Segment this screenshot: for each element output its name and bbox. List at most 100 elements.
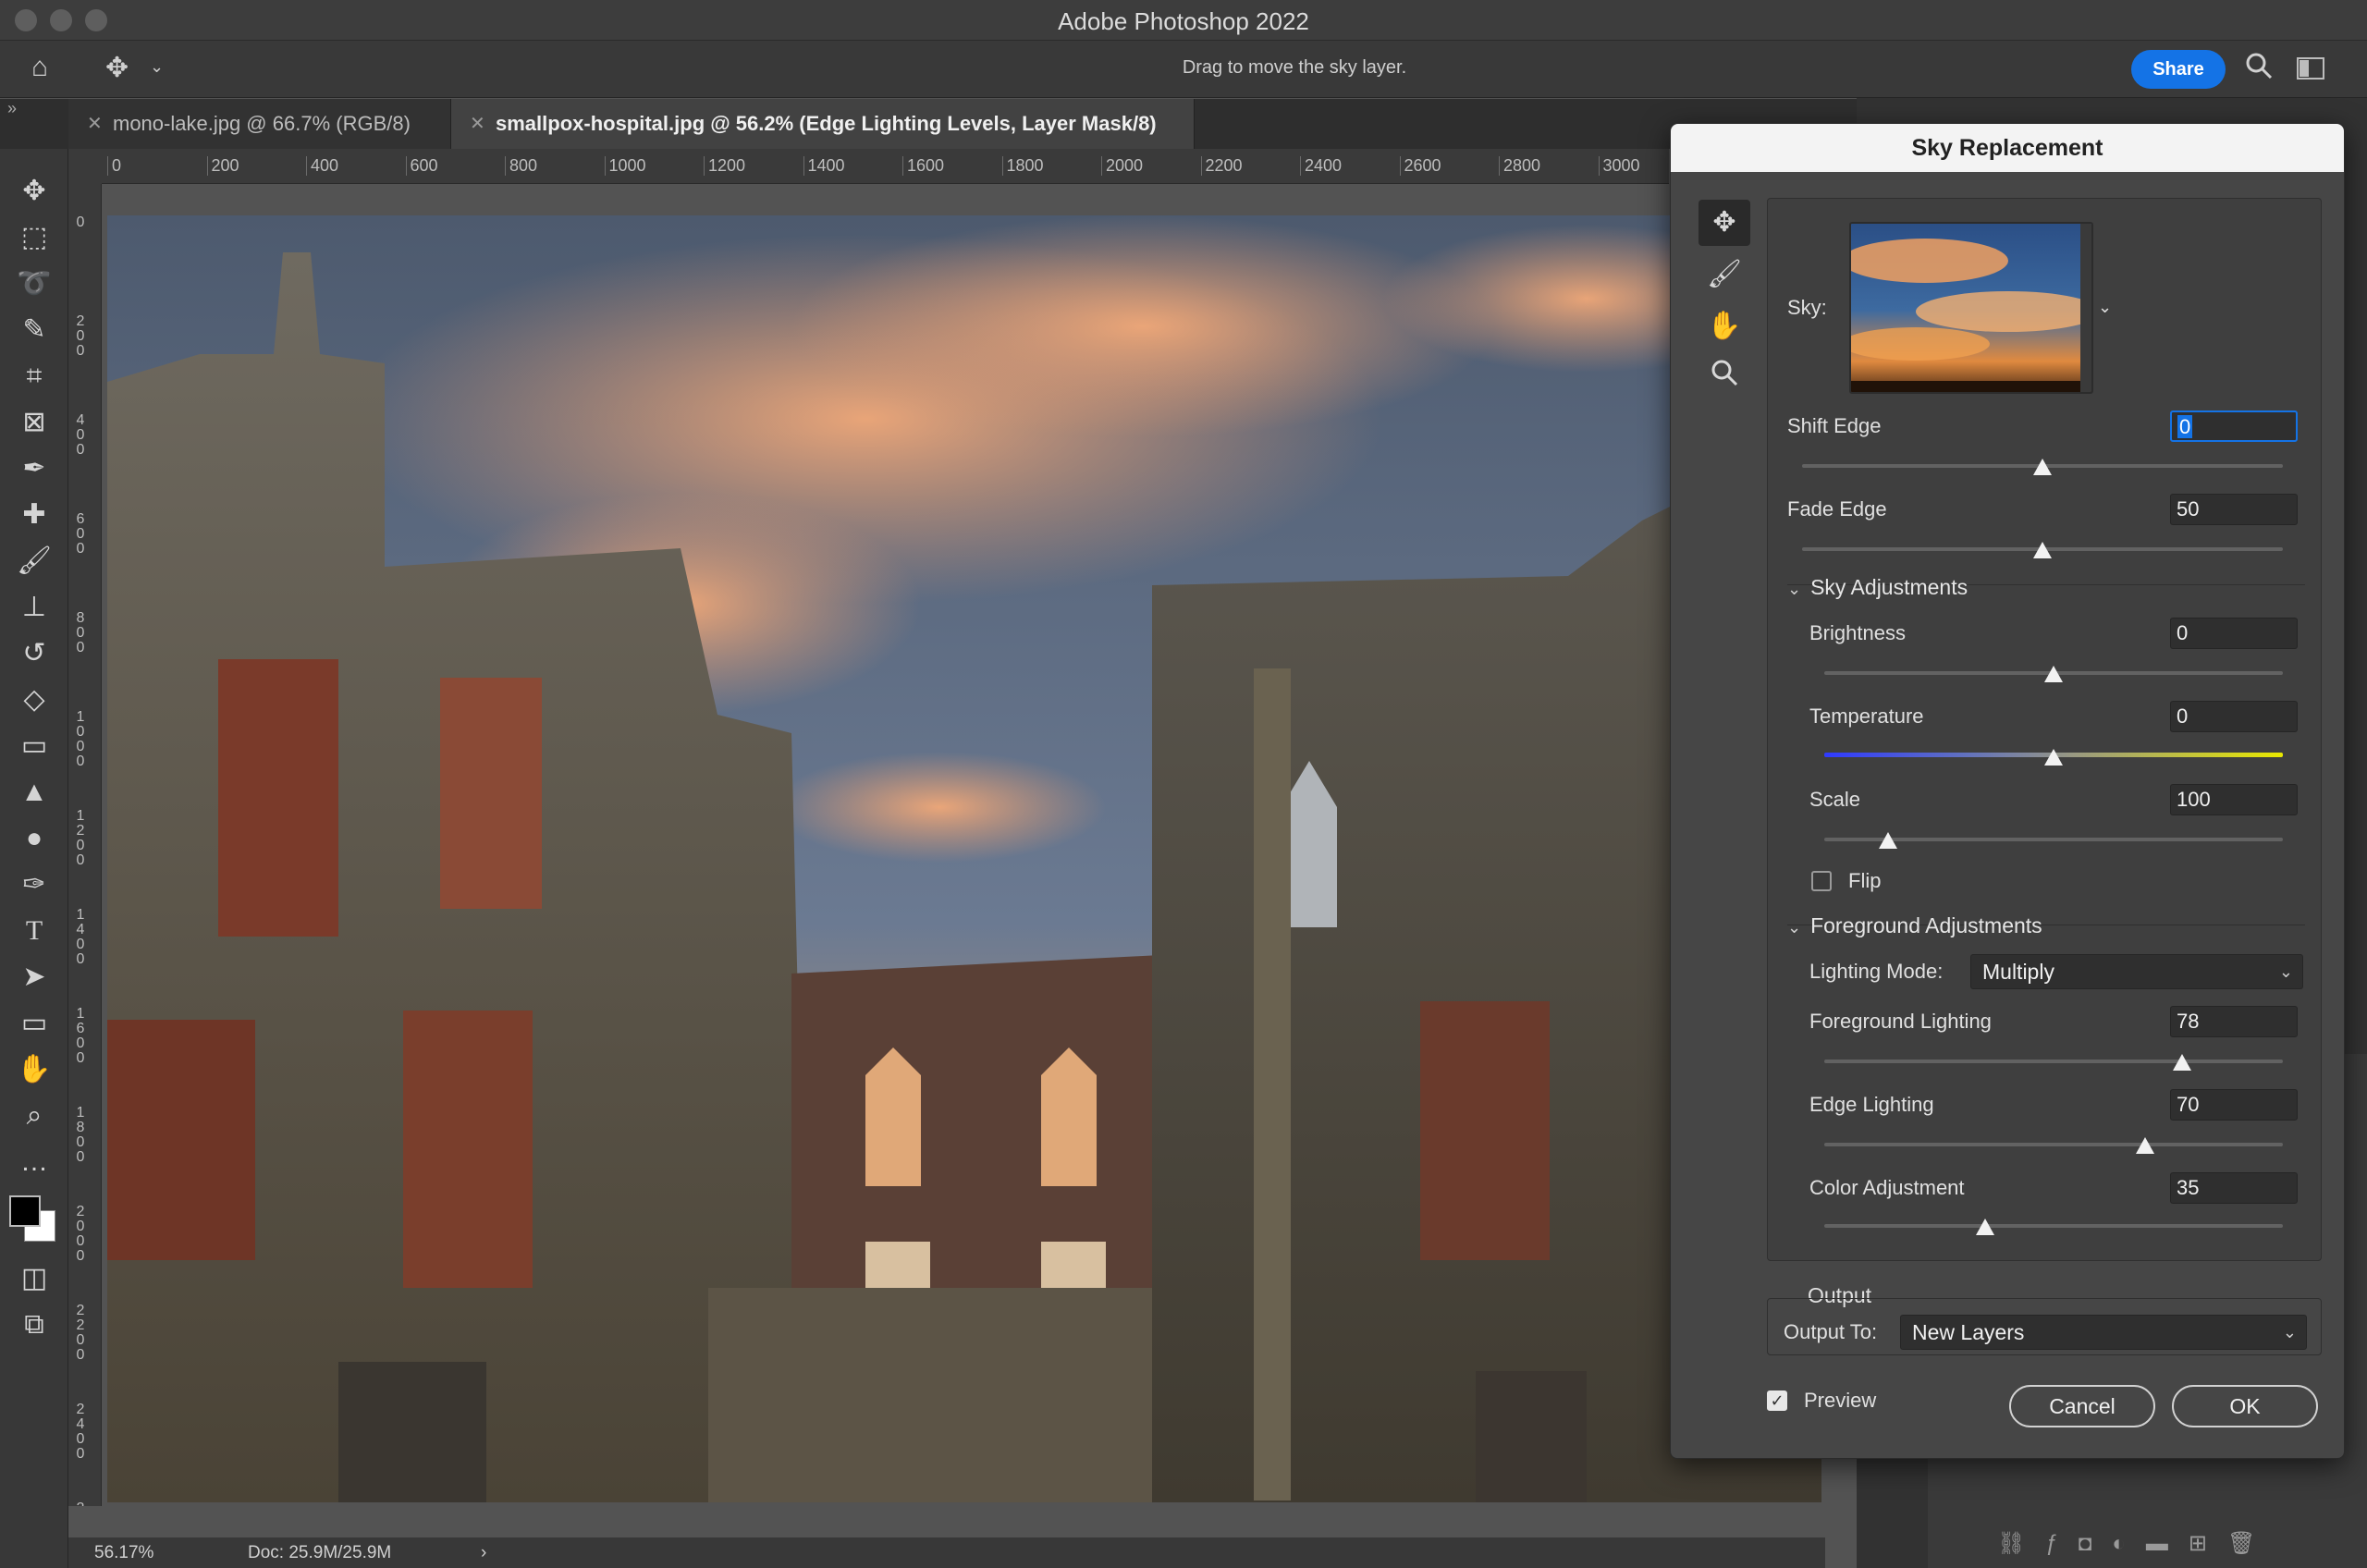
zoom-tool-icon[interactable]: ⌕ <box>11 1096 57 1136</box>
brightness-field[interactable]: 0 <box>2170 618 2298 649</box>
close-tab-icon[interactable]: ✕ <box>470 99 485 149</box>
color-adjustment-slider[interactable] <box>1824 1224 2283 1228</box>
collapse-panels-icon[interactable]: » <box>7 99 17 118</box>
foreground-color-swatch[interactable] <box>9 1195 41 1227</box>
adjustment-layer-icon[interactable]: ◐ <box>2112 1531 2146 1556</box>
new-layer-icon[interactable]: ⊞ <box>2189 1531 2227 1556</box>
scale-slider-thumb[interactable] <box>1879 832 1898 849</box>
zoom-tool-icon[interactable] <box>1699 355 1750 401</box>
gradient-tool-icon[interactable]: ▭ <box>11 726 57 766</box>
canvas-area[interactable] <box>102 184 1821 1537</box>
temperature-label: Temperature <box>1809 704 1924 728</box>
type-tool-icon[interactable]: T <box>11 911 57 951</box>
ruler-tick-label: 600 <box>76 511 85 557</box>
zoom-level[interactable]: 56.17% <box>94 1543 153 1563</box>
add-mask-icon[interactable]: ◘ <box>2079 1531 2113 1556</box>
ruler-tick-label: 200 <box>76 313 85 359</box>
move-tool-icon[interactable]: ✥ <box>105 52 129 84</box>
delete-layer-icon[interactable]: 🗑 <box>2227 1531 2275 1556</box>
ruler-tick-label: 800 <box>505 156 537 176</box>
document-image[interactable] <box>107 215 1821 1502</box>
history-brush-tool-icon[interactable]: ↺ <box>11 633 57 674</box>
ruler-tick-label: 2800 <box>1499 156 1540 176</box>
ruler-tick-label: 1600 <box>902 156 944 176</box>
brush-tool-icon[interactable]: 🖌 <box>11 541 57 582</box>
rectangle-tool-icon[interactable]: ▭ <box>11 1003 57 1044</box>
eyedropper-tool-icon[interactable]: ✒ <box>11 448 57 489</box>
ruler-tick-label: 2000 <box>76 1204 85 1264</box>
ruler-tick-label: 2200 <box>1200 156 1243 176</box>
preview-checkbox[interactable]: ✓ <box>1767 1390 1787 1411</box>
title-bar: Adobe Photoshop 2022 <box>0 0 2367 41</box>
search-icon[interactable] <box>2245 52 2273 87</box>
close-tab-icon[interactable]: ✕ <box>87 99 103 149</box>
screen-mode-icon[interactable]: ⧉ <box>11 1305 57 1345</box>
shift-edge-field[interactable]: 0 <box>2170 410 2298 442</box>
lighting-mode-label: Lighting Mode: <box>1809 960 1944 983</box>
flip-checkbox[interactable] <box>1811 871 1832 891</box>
tab-smallpox-hospital[interactable]: ✕ smallpox-hospital.jpg @ 56.2% (Edge Li… <box>451 99 1195 149</box>
move-tool-icon[interactable]: ✥ <box>11 171 57 212</box>
sky-preset-dropdown-icon[interactable]: ⌄ <box>2098 298 2112 317</box>
group-icon[interactable]: ▬ <box>2146 1531 2189 1556</box>
share-button[interactable]: Share <box>2131 50 2226 89</box>
scale-field[interactable]: 100 <box>2170 784 2298 815</box>
temperature-slider-thumb[interactable] <box>2044 749 2063 766</box>
shift-edge-value: 0 <box>2177 415 2193 438</box>
frame-tool-icon[interactable]: ⊠ <box>11 402 57 443</box>
lighting-mode-select[interactable]: Multiply ⌄ <box>1970 954 2303 989</box>
foreground-lighting-field[interactable]: 78 <box>2170 1006 2298 1037</box>
brightness-slider-thumb[interactable] <box>2044 666 2063 682</box>
status-menu-arrow-icon[interactable]: › <box>481 1543 486 1563</box>
tool-hint: Drag to move the sky layer. <box>1182 57 1407 78</box>
sky-preset-thumbnail[interactable] <box>1849 222 2093 394</box>
hand-tool-icon[interactable]: ✋ <box>1699 303 1750 349</box>
output-to-select[interactable]: New Layers ⌄ <box>1900 1315 2307 1350</box>
color-adjustment-field[interactable]: 35 <box>2170 1172 2298 1204</box>
ruler-tick-label: 800 <box>76 610 85 655</box>
lasso-tool-icon[interactable]: ➰ <box>11 263 57 304</box>
ruler-tick-label: 600 <box>405 156 438 176</box>
ok-button[interactable]: OK <box>2172 1385 2318 1427</box>
scale-label: Scale <box>1809 788 1861 811</box>
ruler-tick-label: 2000 <box>1101 156 1143 176</box>
dodge-tool-icon[interactable]: ● <box>11 818 57 859</box>
more-tools-icon[interactable]: … <box>11 1142 57 1182</box>
ruler-tick-label: 3000 <box>1598 156 1640 176</box>
flip-label: Flip <box>1848 869 1882 892</box>
foreground-adjustments-header[interactable]: ⌄ Foreground Adjustments <box>1787 913 2042 938</box>
link-layers-icon[interactable]: ⛓ <box>1997 1531 2045 1556</box>
tool-options-chevron-icon[interactable]: ⌄ <box>150 57 164 77</box>
temperature-field[interactable]: 0 <box>2170 701 2298 732</box>
foreground-lighting-slider-thumb[interactable] <box>2172 1054 2191 1071</box>
sky-adjustments-header[interactable]: ⌄ Sky Adjustments <box>1787 575 1968 600</box>
shift-edge-slider-thumb[interactable] <box>2033 459 2052 475</box>
workspace-icon[interactable] <box>2297 55 2324 87</box>
tab-mono-lake[interactable]: ✕ mono-lake.jpg @ 66.7% (RGB/8) <box>68 99 451 149</box>
blur-tool-icon[interactable]: ▲ <box>11 772 57 813</box>
fade-edge-slider-thumb[interactable] <box>2033 542 2052 558</box>
fade-edge-field[interactable]: 50 <box>2170 494 2298 525</box>
foreground-lighting-slider[interactable] <box>1824 1060 2283 1063</box>
edge-lighting-slider-thumb[interactable] <box>2136 1137 2155 1154</box>
healing-brush-tool-icon[interactable]: ✚ <box>11 495 57 535</box>
sky-brush-tool-icon[interactable]: 🖌 <box>1699 251 1750 298</box>
edge-lighting-slider[interactable] <box>1824 1143 2283 1146</box>
cancel-button[interactable]: Cancel <box>2009 1385 2155 1427</box>
color-adjustment-slider-thumb[interactable] <box>1975 1219 1994 1235</box>
edge-lighting-field[interactable]: 70 <box>2170 1089 2298 1121</box>
eraser-tool-icon[interactable]: ◇ <box>11 680 57 720</box>
pen-tool-icon[interactable]: ✑ <box>11 864 57 905</box>
fx-icon[interactable]: ƒ <box>2045 1531 2078 1556</box>
crop-tool-icon[interactable]: ⌗ <box>11 356 57 397</box>
quick-selection-tool-icon[interactable]: ✎ <box>11 310 57 350</box>
lighting-mode-value: Multiply <box>1982 960 2054 984</box>
sky-move-tool-icon[interactable]: ✥ <box>1699 200 1750 246</box>
hand-tool-icon[interactable]: ✋ <box>11 1049 57 1090</box>
path-selection-tool-icon[interactable]: ➤ <box>11 957 57 998</box>
foreground-lighting-label: Foreground Lighting <box>1809 1010 1992 1033</box>
home-icon[interactable]: ⌂ <box>31 52 48 83</box>
clone-stamp-tool-icon[interactable]: ⊥ <box>11 587 57 628</box>
quick-mask-icon[interactable]: ◫ <box>11 1258 57 1299</box>
marquee-tool-icon[interactable]: ⬚ <box>11 217 57 258</box>
